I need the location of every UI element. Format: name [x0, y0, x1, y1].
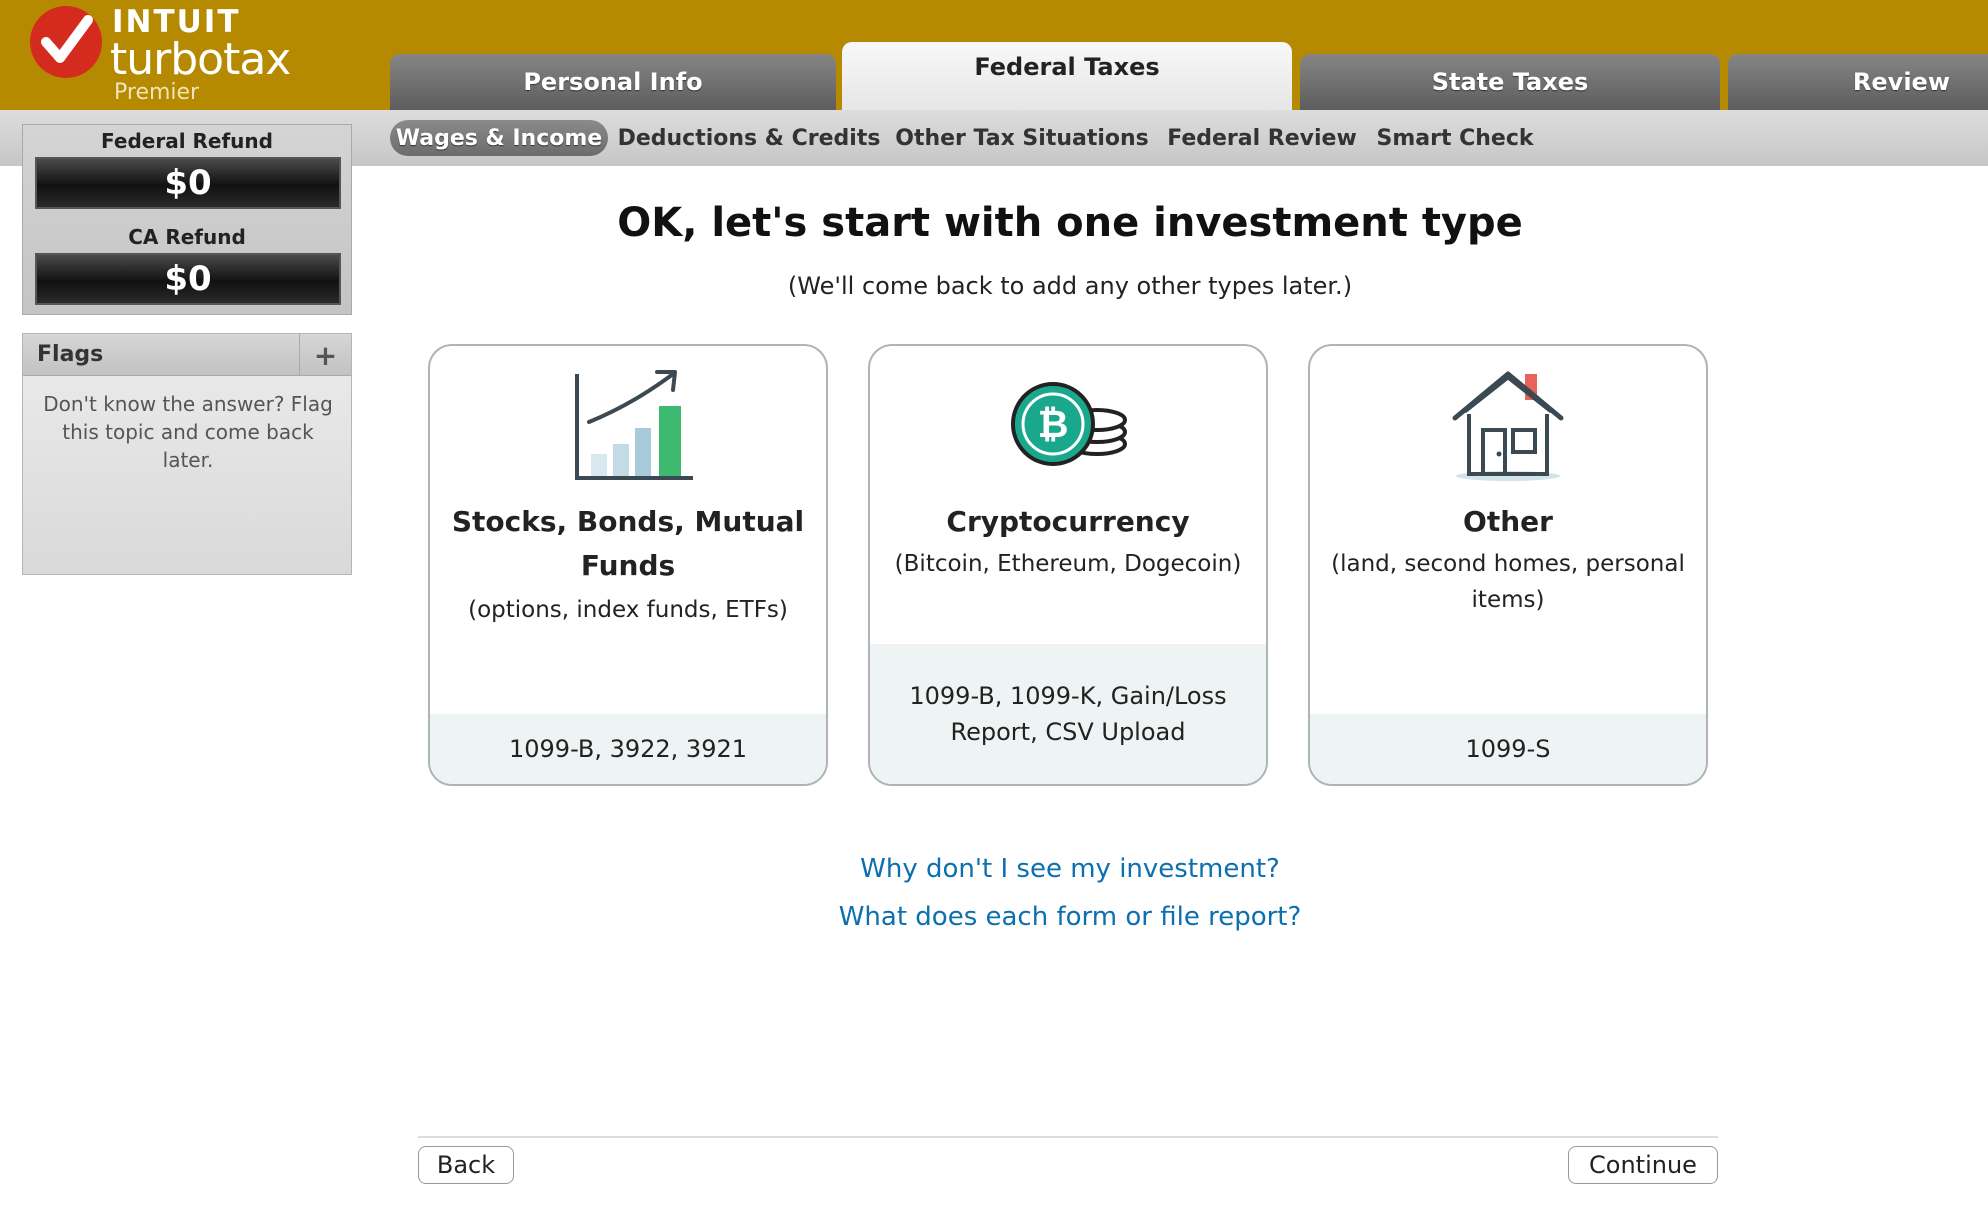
card-description: (land, second homes, personal items) — [1331, 551, 1685, 613]
turbotax-logo: INTUIT turbotax Premier — [28, 4, 388, 106]
card-description: (options, index funds, ETFs) — [468, 597, 788, 623]
flags-help-text: Don't know the answer? Flag this topic a… — [43, 392, 333, 472]
subtab-federal-review[interactable]: Federal Review — [1167, 120, 1357, 156]
logo-edition: Premier — [114, 80, 200, 105]
card-forms: 1099-B, 1099-K, Gain/Loss Report, CSV Up… — [870, 644, 1266, 784]
subtab-wages-income[interactable]: Wages & Income — [390, 120, 608, 156]
bitcoin-coins-icon: ₿ — [870, 364, 1266, 484]
svg-text:₿: ₿ — [1038, 402, 1069, 446]
flags-panel: Flags + Don't know the answer? Flag this… — [22, 333, 352, 575]
what-each-form-reports-link[interactable]: What does each form or file report? — [420, 902, 1720, 932]
flags-title: Flags — [37, 342, 104, 367]
subtab-other-tax-situations[interactable]: Other Tax Situations — [895, 120, 1149, 156]
top-banner: INTUIT turbotax Premier Personal Info Fe… — [0, 0, 1988, 110]
tab-federal-taxes[interactable]: Federal Taxes — [842, 42, 1292, 110]
federal-refund-label: Federal Refund — [101, 129, 273, 153]
subtab-deductions-credits[interactable]: Deductions & Credits — [618, 120, 881, 156]
investment-card-cryptocurrency[interactable]: ₿ Cryptocurrency (Bitcoin, Ethereum, Dog… — [868, 344, 1268, 786]
logo-product: turbotax — [110, 34, 291, 85]
investment-card-stocks[interactable]: Stocks, Bonds, Mutual Funds (options, in… — [428, 344, 828, 786]
checkmark-logo-icon — [30, 6, 102, 78]
stock-chart-icon — [430, 364, 826, 484]
card-description: (Bitcoin, Ethereum, Dogecoin) — [894, 551, 1242, 577]
tab-review[interactable]: Review — [1728, 54, 1988, 110]
add-flag-button[interactable]: + — [299, 334, 351, 376]
house-icon — [1310, 364, 1706, 484]
refund-panel: Federal Refund $0 CA Refund $0 — [22, 124, 352, 315]
page-subtitle: (We'll come back to add any other types … — [787, 272, 1353, 300]
subtab-smart-check[interactable]: Smart Check — [1376, 120, 1533, 156]
tab-state-taxes[interactable]: State Taxes — [1300, 54, 1720, 110]
page-title: OK, let's start with one investment type — [617, 200, 1523, 246]
state-refund-label: CA Refund — [128, 225, 246, 249]
footer-divider — [418, 1136, 1718, 1138]
why-dont-i-see-investment-link[interactable]: Why don't I see my investment? — [420, 854, 1720, 884]
state-refund-value: $0 — [35, 253, 341, 305]
tab-personal-info[interactable]: Personal Info — [390, 54, 836, 110]
card-forms: 1099-S — [1310, 714, 1706, 784]
flags-header: Flags + — [23, 334, 351, 376]
back-button[interactable]: Back — [418, 1146, 514, 1184]
card-title: Cryptocurrency — [946, 505, 1190, 538]
investment-card-other[interactable]: Other (land, second homes, personal item… — [1308, 344, 1708, 786]
card-forms: 1099-B, 3922, 3921 — [430, 714, 826, 784]
card-title: Other — [1463, 505, 1553, 538]
card-title: Stocks, Bonds, Mutual Funds — [451, 505, 805, 582]
continue-button[interactable]: Continue — [1568, 1146, 1718, 1184]
federal-refund-value: $0 — [35, 157, 341, 209]
